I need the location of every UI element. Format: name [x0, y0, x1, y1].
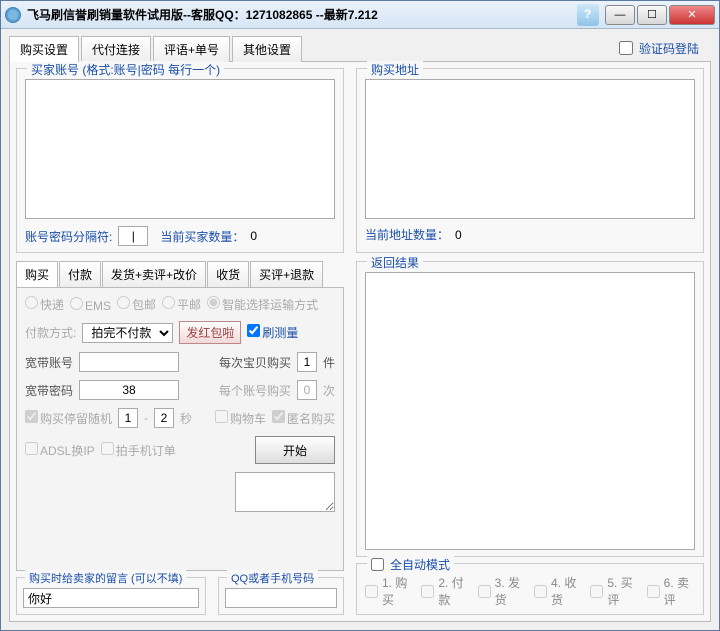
red-envelope-button[interactable]: 发红包啦 — [179, 321, 241, 344]
result-group: 返回结果 — [356, 261, 704, 557]
cart-toggle[interactable]: 购物车 — [215, 410, 266, 427]
window-title: 飞马刷信誉刷销量软件试用版--客服QQ：1271082865 --最新7.212 — [27, 6, 577, 23]
tab-proxy-pay[interactable]: 代付连接 — [81, 36, 151, 62]
qq-phone-title: QQ或者手机号码 — [227, 570, 318, 586]
auto-step-buy[interactable]: 1. 购买 — [365, 574, 413, 608]
each-item-label: 每次宝贝购买 — [219, 354, 291, 371]
maximize-button[interactable]: ☐ — [637, 5, 667, 25]
auto-step-buyer-review[interactable]: 5. 买评 — [590, 574, 638, 608]
qq-phone-group: QQ或者手机号码 — [218, 577, 344, 615]
tab-buy-settings[interactable]: 购买设置 — [9, 36, 79, 62]
auto-step-receive[interactable]: 4. 收货 — [534, 574, 582, 608]
tab-other-settings[interactable]: 其他设置 — [232, 36, 302, 62]
buyer-count-value: 0 — [250, 229, 257, 243]
addr-count-label: 当前地址数量： — [365, 226, 449, 243]
result-textarea[interactable] — [365, 272, 695, 550]
main-tabs: 购买设置 代付连接 评语+单号 其他设置 验证码登陆 — [1, 29, 719, 61]
sub-tab-buy[interactable]: 购买 — [16, 261, 58, 287]
close-button[interactable]: ✕ — [669, 5, 715, 25]
seller-message-group: 购买时给卖家的留言 (可以不填) — [16, 577, 206, 615]
addr-count-value: 0 — [455, 228, 462, 242]
separator-label: 账号密码分隔符: — [25, 228, 112, 245]
sub-tabs: 购买 付款 发货+卖评+改价 收货 买评+退款 — [16, 261, 344, 287]
buyer-accounts-textarea[interactable] — [25, 79, 335, 219]
per-account-input[interactable] — [297, 380, 317, 400]
buyer-count-label: 当前买家数量： — [160, 228, 244, 245]
auto-step-ship[interactable]: 3. 发货 — [478, 574, 526, 608]
sub-tab-receive[interactable]: 收货 — [207, 261, 249, 287]
seller-message-input[interactable] — [23, 588, 199, 608]
mini-textarea[interactable] — [235, 472, 335, 512]
auto-mode-title[interactable]: 全自动模式 — [367, 556, 454, 573]
pay-method-label: 付款方式: — [25, 324, 76, 341]
qq-phone-input[interactable] — [225, 588, 337, 608]
stay-max-input[interactable] — [154, 408, 174, 428]
purchase-address-textarea[interactable] — [365, 79, 695, 219]
start-button[interactable]: 开始 — [255, 436, 335, 464]
stay-min-input[interactable] — [118, 408, 138, 428]
sub-tab-ship-review[interactable]: 发货+卖评+改价 — [102, 261, 206, 287]
captcha-login-toggle[interactable]: 验证码登陆 — [619, 35, 699, 61]
ship-free[interactable]: 包邮 — [117, 296, 156, 313]
sub-tab-pay[interactable]: 付款 — [59, 261, 101, 287]
tab-review-tracking[interactable]: 评语+单号 — [153, 36, 230, 62]
pay-method-select[interactable]: 拍完不付款 — [82, 323, 173, 343]
stay-random-toggle[interactable]: 购买停留随机 — [25, 410, 112, 427]
ship-surface[interactable]: 平邮 — [162, 296, 201, 313]
auto-mode-checkbox[interactable] — [371, 558, 384, 571]
phone-order-toggle[interactable]: 拍手机订单 — [101, 442, 176, 459]
per-account-label: 每个账号购买 — [219, 382, 291, 399]
help-icon[interactable] — [577, 4, 599, 26]
purchase-address-title: 购买地址 — [367, 61, 423, 78]
adsl-toggle[interactable]: ADSL换IP — [25, 442, 95, 459]
captcha-checkbox[interactable] — [619, 41, 633, 55]
titlebar: 飞马刷信誉刷销量软件试用版--客服QQ：1271082865 --最新7.212… — [1, 1, 719, 29]
ship-express[interactable]: 快递 — [25, 296, 64, 313]
buyer-accounts-group: 买家账号 (格式:账号|密码 每行一个) 账号密码分隔符: 当前买家数量： 0 — [16, 68, 344, 253]
separator-input[interactable] — [118, 226, 148, 246]
buyer-accounts-title: 买家账号 (格式:账号|密码 每行一个) — [27, 61, 224, 78]
purchase-address-group: 购买地址 当前地址数量： 0 — [356, 68, 704, 253]
minimize-button[interactable]: — — [605, 5, 635, 25]
auto-mode-group: 全自动模式 1. 购买 2. 付款 3. 发货 4. 收货 5. 买评 6. 卖… — [356, 563, 704, 615]
result-title: 返回结果 — [367, 254, 423, 271]
seller-message-title: 购买时给卖家的留言 (可以不填) — [25, 570, 186, 586]
ship-ems[interactable]: EMS — [70, 297, 111, 313]
broadband-password-label: 宽带密码 — [25, 382, 73, 399]
each-item-input[interactable] — [297, 352, 317, 372]
broadband-account-label: 宽带账号 — [25, 354, 73, 371]
ship-smart[interactable]: 智能选择运输方式 — [207, 296, 318, 313]
app-window: 飞马刷信誉刷销量软件试用版--客服QQ：1271082865 --最新7.212… — [0, 0, 720, 631]
content-panel: 买家账号 (格式:账号|密码 每行一个) 账号密码分隔符: 当前买家数量： 0 … — [9, 61, 711, 622]
anonymous-toggle[interactable]: 匿名购买 — [272, 410, 335, 427]
broadband-password-input[interactable] — [79, 380, 179, 400]
sub-tab-review-refund[interactable]: 买评+退款 — [250, 261, 323, 287]
auto-step-pay[interactable]: 2. 付款 — [421, 574, 469, 608]
broadband-account-input[interactable] — [79, 352, 179, 372]
app-icon — [5, 7, 21, 23]
auto-step-seller-review[interactable]: 6. 卖评 — [647, 574, 695, 608]
brush-measure-toggle[interactable]: 刷测量 — [247, 324, 298, 341]
sub-panel-buy: 快递 EMS 包邮 平邮 智能选择运输方式 付款方式: 拍完不付款 发红包啦 刷… — [16, 287, 344, 571]
